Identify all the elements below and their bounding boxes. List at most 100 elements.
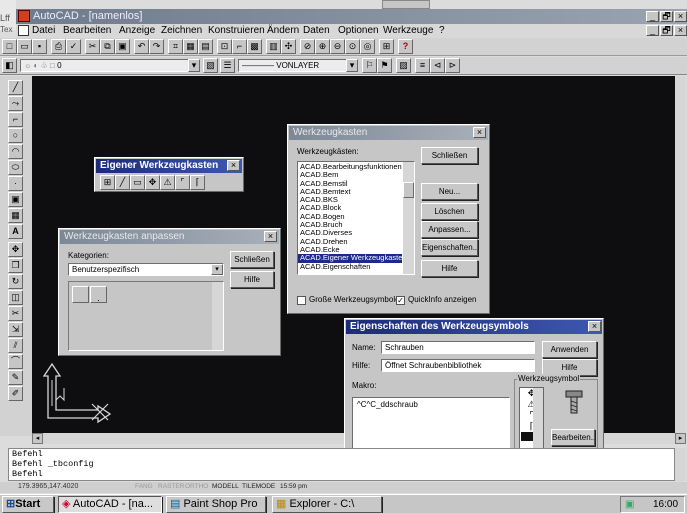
open-icon[interactable]: ▭ [17, 39, 32, 54]
snap-icon[interactable]: ⌗ [168, 39, 183, 54]
eigener-werkzeugkasten-toolbar[interactable]: Eigener Werkzeugkasten × ⊞ ╱ ▭ ✥ ⚠ ⌜ ⌈ [94, 157, 244, 192]
werkzeugkasten-list-item[interactable]: ACAD.Bemstil [298, 180, 402, 188]
werkzeugkasten-list-item[interactable]: ACAD.Diverses [298, 229, 402, 237]
layers-icon[interactable]: ◧ [2, 58, 17, 73]
anpassen-close-button[interactable]: × [264, 231, 277, 242]
print-icon[interactable]: ⎙ [51, 39, 66, 54]
ellipse-icon[interactable]: ⬭ [8, 160, 23, 175]
zoom-extents-icon[interactable]: ⊙ [345, 39, 360, 54]
doc-minimize-button[interactable]: _ [646, 25, 659, 36]
arc-icon[interactable]: ◠ [8, 144, 23, 159]
layout-icon[interactable]: ⊞ [379, 39, 394, 54]
task-paintshop[interactable]: ▤ Paint Shop Pro [166, 496, 266, 513]
rotate-icon[interactable]: ↻ [8, 274, 23, 289]
menu-datei[interactable]: Datei [32, 25, 55, 37]
anpassen-hilfe-button[interactable]: Hilfe [230, 271, 274, 288]
werkzeugkasten-close-button[interactable]: × [473, 127, 486, 138]
schliessen-button[interactable]: Schließen [421, 147, 478, 164]
mirror-icon[interactable]: ◫ [8, 290, 23, 305]
menu-werkzeuge[interactable]: Werkzeuge [383, 25, 433, 37]
save-icon[interactable]: ▪ [32, 39, 47, 54]
werkzeugkasten-list-item[interactable]: ACAD.Bem [298, 171, 402, 179]
anpassen-button[interactable]: Anpassen... [421, 221, 478, 238]
command-scrollbar[interactable] [675, 448, 686, 481]
layer-dropdown-arrow[interactable]: ▾ [188, 59, 200, 72]
help-icon[interactable]: ? [398, 39, 413, 54]
anpassen-title-bar[interactable]: Werkzeugkasten anpassen [60, 230, 279, 244]
list-icon[interactable]: ≡ [415, 58, 430, 73]
fillet-icon[interactable]: ⌒ [8, 354, 23, 369]
anwenden-button[interactable]: Anwenden [542, 341, 597, 358]
werkzeugkasten-list-item[interactable]: ACAD.Block [298, 204, 402, 212]
anpassen-schliessen-button[interactable]: Schließen [230, 251, 274, 268]
menu-anzeige[interactable]: Anzeige [119, 25, 155, 37]
loeschen-button[interactable]: Löschen [421, 203, 478, 220]
scroll-right-button[interactable]: ▸ [675, 433, 686, 444]
status-raster[interactable]: RASTER [158, 483, 184, 490]
make-current-icon[interactable]: ▧ [203, 58, 218, 73]
quickinfo-checkbox[interactable]: ✓ [396, 296, 405, 305]
ortho-icon[interactable]: ▤ [198, 39, 213, 54]
menu-optionen[interactable]: Optionen [338, 25, 379, 37]
construction-line-icon[interactable]: ⤳ [8, 96, 23, 111]
custom-warning-icon[interactable]: ⚠ [160, 175, 175, 190]
eigener-title-bar[interactable]: Eigener Werkzeugkasten [96, 159, 242, 173]
custom-arc-icon[interactable]: ⌈ [190, 175, 205, 190]
distance-icon[interactable]: ⊲ [430, 58, 445, 73]
zoom-all-icon[interactable]: ⊕ [315, 39, 330, 54]
hilfe-field[interactable]: Öffnet Schraubenbibliothek [381, 359, 535, 372]
minimize-button[interactable]: _ [646, 11, 659, 22]
werkzeugkasten-list-item[interactable]: ACAD.Bearbeitungsfunktionen [298, 163, 402, 171]
name-field[interactable]: Schrauben [381, 341, 535, 354]
zoom-window-icon[interactable]: ⊘ [300, 39, 315, 54]
paste-icon[interactable]: ▣ [115, 39, 130, 54]
block-icon[interactable]: ▣ [8, 192, 23, 207]
status-tilemode[interactable]: TILEMODE [242, 483, 275, 490]
maximize-button[interactable]: 🗗 [660, 11, 673, 22]
doc-maximize-button[interactable]: 🗗 [660, 25, 673, 36]
werkzeugkasten-list-item[interactable]: ACAD.Drehen [298, 238, 402, 246]
stretch-icon[interactable]: ⇲ [8, 322, 23, 337]
neu-button[interactable]: Neu... [421, 183, 478, 200]
pan-icon[interactable]: ▥ [266, 39, 281, 54]
hatch-icon[interactable]: ▦ [8, 208, 23, 223]
match-properties-icon[interactable]: ⚑ [377, 58, 392, 73]
eigenschaften-button[interactable]: Eigenschaften... [421, 239, 478, 256]
copy-icon[interactable]: ⧉ [100, 39, 115, 54]
custom-move-icon[interactable]: ✥ [145, 175, 160, 190]
palette-scrollbar[interactable] [212, 282, 223, 350]
tile-icon[interactable]: ⌐ [232, 39, 247, 54]
custom-box-icon[interactable]: ⊞ [100, 175, 115, 190]
palette-button-2[interactable]: . [90, 286, 107, 303]
vertical-scrollbar[interactable] [675, 76, 686, 433]
move-icon[interactable]: ✥ [8, 242, 23, 257]
osnap-icon[interactable]: ⊡ [217, 39, 232, 54]
layer-list-icon[interactable]: ▨ [396, 58, 411, 73]
symbol-icon-scrollbar[interactable] [533, 388, 543, 452]
kategorien-dropdown-arrow[interactable]: ▾ [211, 264, 223, 275]
werkzeugkasten-list-item[interactable]: ACAD.Bemtext [298, 188, 402, 196]
menu-konstruieren[interactable]: Konstruieren [208, 25, 265, 37]
status-ortho[interactable]: ORTHO [185, 483, 208, 490]
werkzeugkasten-list-item[interactable]: ACAD.Eigener Werkzeugkasten [298, 254, 402, 263]
linetype-dropdown[interactable]: ———— VONLAYER [238, 59, 358, 72]
werkzeugkasten-list-item[interactable]: ACAD.Bruch [298, 221, 402, 229]
id-point-icon[interactable]: ⊳ [445, 58, 460, 73]
linetype-dropdown-arrow[interactable]: ▾ [346, 59, 358, 72]
status-modell[interactable]: MODELL [212, 483, 239, 490]
text-icon[interactable]: A [8, 224, 23, 239]
new-icon[interactable]: □ [2, 39, 17, 54]
menu-help[interactable]: ? [439, 25, 445, 37]
undo-icon[interactable]: ↶ [134, 39, 149, 54]
close-button[interactable]: × [674, 11, 687, 22]
properties-icon[interactable]: ⚐ [362, 58, 377, 73]
grid-icon[interactable]: ▦ [183, 39, 198, 54]
grosse-checkbox[interactable] [297, 296, 306, 305]
palette-button-1[interactable] [72, 286, 89, 303]
redo-icon[interactable]: ↷ [149, 39, 164, 54]
werkzeugkasten-hilfe-button[interactable]: Hilfe [421, 260, 478, 277]
tray-icon[interactable]: ▣ [625, 499, 634, 510]
werkzeugkasten-list-item[interactable]: ACAD.Ecke [298, 246, 402, 254]
eigener-close-button[interactable]: × [227, 160, 240, 171]
kategorien-dropdown[interactable]: Benutzerspezifisch [68, 263, 224, 276]
